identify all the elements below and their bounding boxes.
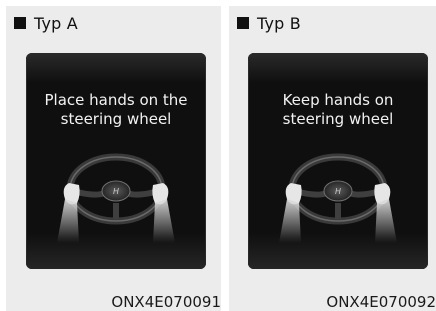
svg-text:H: H <box>335 187 341 196</box>
figure-code: ONX4E070092 <box>326 293 436 311</box>
display-message: Keep hands on steering wheel <box>282 91 394 128</box>
panel-typ-a: Typ A Place hands on the steering wheel … <box>6 6 221 311</box>
display-message: Place hands on the steering wheel <box>44 91 188 128</box>
panel-header: Typ B <box>237 13 301 33</box>
square-icon <box>14 17 26 29</box>
svg-text:H: H <box>113 187 119 196</box>
figure-code: ONX4E070091 <box>111 293 221 311</box>
panel-title: Typ B <box>257 13 301 33</box>
square-icon <box>237 17 249 29</box>
panel-header: Typ A <box>14 13 78 33</box>
steering-wheel-hands-icon: H <box>279 153 397 243</box>
cluster-display: Keep hands on steering wheel H <box>248 53 428 269</box>
panel-title: Typ A <box>34 13 78 33</box>
cluster-display: Place hands on the steering wheel H <box>26 53 206 269</box>
steering-wheel-hands-icon: H <box>57 153 175 243</box>
panel-typ-b: Typ B Keep hands on steering wheel H ONX… <box>229 6 436 311</box>
